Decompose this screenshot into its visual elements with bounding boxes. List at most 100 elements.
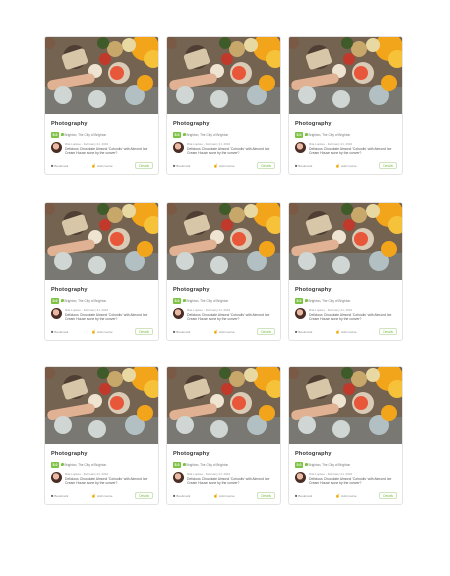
review-body: Delicious Chocolate Almond 'Cohoolis' wi… [309,477,392,486]
bookmark-icon: ■ [51,163,54,169]
avatar[interactable] [295,472,306,483]
helpful-label: Add course [340,493,357,498]
food-photo[interactable] [45,367,158,444]
reviewer-name[interactable]: Rita Lopkee [187,142,203,146]
location[interactable]: Brighton, The City of Brighton [305,133,350,137]
details-button[interactable]: Details [135,162,153,170]
helpful-label: Add course [96,329,113,334]
bookmark-action[interactable]: ■ Bookmark [295,329,312,334]
location[interactable]: Brighton, The City of Brighton [61,133,106,137]
helpful-action[interactable]: ☝ Add course [91,329,113,334]
map-pin-icon [305,463,308,466]
details-button[interactable]: Details [379,492,397,500]
reviewer-name[interactable]: Rita Lopkee [187,472,203,476]
bookmark-action[interactable]: ■ Bookmark [295,493,312,498]
card-meta: 5.0 Brighton, The City of Brighton [295,461,402,468]
reviewer-name[interactable]: Rita Lopkee [309,142,325,146]
listing-card[interactable]: Photography 5.0 Brighton, The City of Br… [288,366,403,505]
details-button[interactable]: Details [257,492,275,500]
review-body: Delicious Chocolate Almond 'Cohoolis' wi… [187,477,270,486]
location[interactable]: Brighton, The City of Brighton [183,299,228,303]
bookmark-action[interactable]: ■ Bookmark [295,163,312,168]
reviewer-name[interactable]: Rita Lopkee [65,472,81,476]
map-pin-icon [183,299,186,302]
food-photo[interactable] [289,367,402,444]
avatar[interactable] [51,142,62,153]
map-pin-icon [305,299,308,302]
bookmark-action[interactable]: ■ Bookmark [51,493,68,498]
rating-badge: 5.0 [295,297,303,304]
bookmark-action[interactable]: ■ Bookmark [51,163,68,168]
helpful-action[interactable]: ☝ Add course [335,163,357,168]
reviewer-name[interactable]: Rita Lopkee [309,472,325,476]
card-meta: 5.0 Brighton, The City of Brighton [173,131,280,138]
review: Rita Lopkee - February 21, 2016 Deliciou… [295,472,402,486]
listing-card[interactable]: Photography 5.0 Brighton, The City of Br… [44,366,159,505]
review-header: Rita Lopkee - February 21, 2016 [187,472,275,476]
review-header: Rita Lopkee - February 21, 2016 [309,472,397,476]
location[interactable]: Brighton, The City of Brighton [305,299,350,303]
helpful-action[interactable]: ☝ Add course [335,493,357,498]
location[interactable]: Brighton, The City of Brighton [61,463,106,467]
food-photo[interactable] [167,367,280,444]
helpful-action[interactable]: ☝ Add course [213,493,235,498]
helpful-action[interactable]: ☝ Add course [91,163,113,168]
location[interactable]: Brighton, The City of Brighton [183,463,228,467]
bookmark-action[interactable]: ■ Bookmark [51,329,68,334]
food-photo[interactable] [289,203,402,280]
details-button[interactable]: Details [257,162,275,170]
avatar[interactable] [173,142,184,153]
reviewer-name[interactable]: Rita Lopkee [187,308,203,312]
review: Rita Lopkee - February 21, 2016 Deliciou… [295,308,402,322]
listing-card[interactable]: Photography 5.0 Brighton, The City of Br… [166,36,281,175]
thumbs-up-icon: ☝ [90,163,96,169]
location[interactable]: Brighton, The City of Brighton [305,463,350,467]
details-button[interactable]: Details [379,162,397,170]
location[interactable]: Brighton, The City of Brighton [61,299,106,303]
bookmark-action[interactable]: ■ Bookmark [173,329,190,334]
helpful-action[interactable]: ☝ Add course [213,329,235,334]
food-photo[interactable] [167,37,280,114]
details-button[interactable]: Details [257,328,275,336]
listing-card[interactable]: Photography 5.0 Brighton, The City of Br… [166,366,281,505]
location[interactable]: Brighton, The City of Brighton [183,133,228,137]
review-body: Delicious Chocolate Almond 'Cohoolis' wi… [187,147,270,156]
listing-card[interactable]: Photography 5.0 Brighton, The City of Br… [44,202,159,341]
card-footer: ■ Bookmark ☝ Add course Details [173,162,275,170]
reviewer-name[interactable]: Rita Lopkee [65,308,81,312]
bookmark-icon: ■ [295,329,298,335]
bookmark-action[interactable]: ■ Bookmark [173,163,190,168]
avatar[interactable] [173,472,184,483]
food-photo[interactable] [289,37,402,114]
bookmark-label: Bookmark [176,329,191,334]
helpful-action[interactable]: ☝ Add course [213,163,235,168]
bookmark-icon: ■ [173,163,176,169]
listing-card[interactable]: Photography 5.0 Brighton, The City of Br… [288,36,403,175]
details-button[interactable]: Details [379,328,397,336]
review: Rita Lopkee - February 21, 2016 Deliciou… [51,308,158,322]
helpful-label: Add course [96,163,113,168]
listing-card[interactable]: Photography 5.0 Brighton, The City of Br… [44,36,159,175]
helpful-action[interactable]: ☝ Add course [91,493,113,498]
helpful-action[interactable]: ☝ Add course [335,329,357,334]
avatar[interactable] [51,308,62,319]
review-header: Rita Lopkee - February 21, 2016 [187,142,275,146]
reviewer-name[interactable]: Rita Lopkee [65,142,81,146]
food-photo[interactable] [45,203,158,280]
reviewer-name[interactable]: Rita Lopkee [309,308,325,312]
listing-card[interactable]: Photography 5.0 Brighton, The City of Br… [166,202,281,341]
review-text-block: Rita Lopkee - February 21, 2016 Deliciou… [187,142,275,156]
food-photo-image [289,203,402,280]
avatar[interactable] [51,472,62,483]
details-button[interactable]: Details [135,328,153,336]
details-button[interactable]: Details [135,492,153,500]
avatar[interactable] [295,308,306,319]
food-photo[interactable] [45,37,158,114]
listing-card[interactable]: Photography 5.0 Brighton, The City of Br… [288,202,403,341]
avatar[interactable] [173,308,184,319]
bookmark-action[interactable]: ■ Bookmark [173,493,190,498]
review-text-block: Rita Lopkee - February 21, 2016 Deliciou… [65,142,153,156]
avatar[interactable] [295,142,306,153]
food-photo[interactable] [167,203,280,280]
card-footer: ■ Bookmark ☝ Add course Details [295,328,397,336]
